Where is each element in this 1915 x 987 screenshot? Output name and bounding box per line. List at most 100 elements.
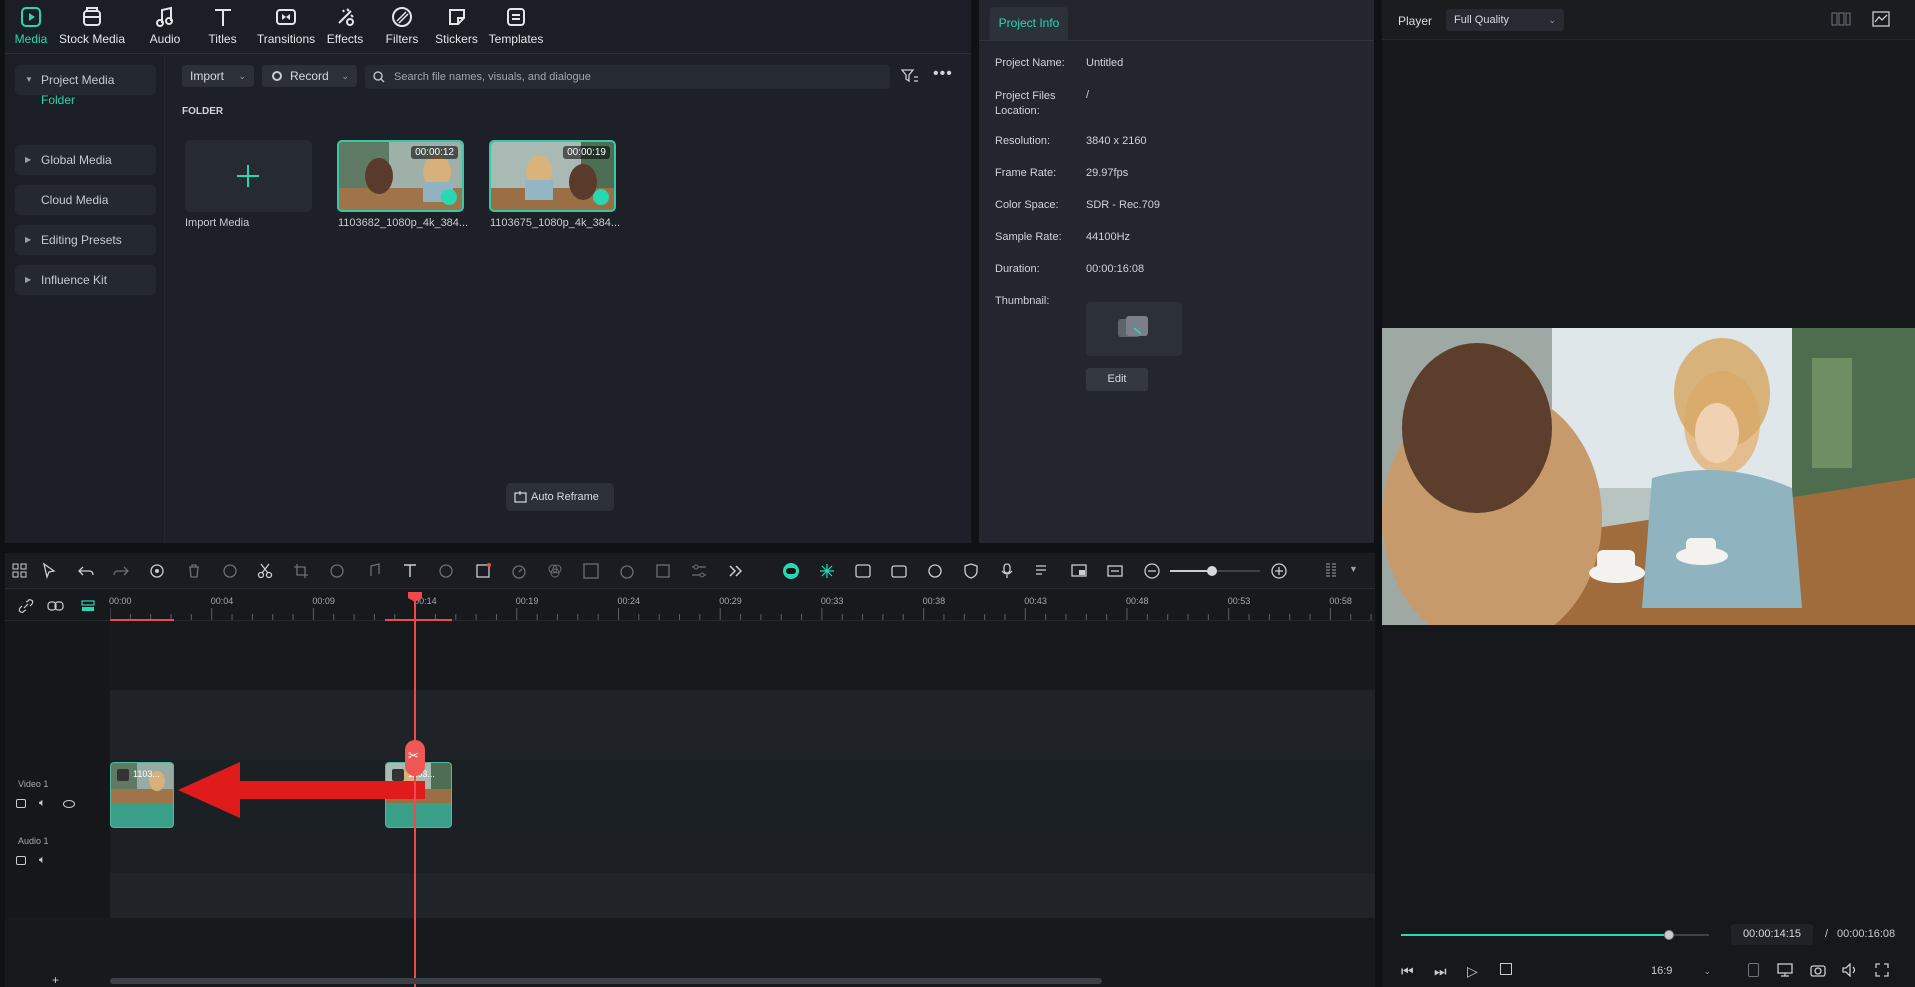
tab-templates[interactable]: Templates — [487, 6, 545, 50]
sidebar-item-project-media[interactable]: ▼ Project Media — [15, 65, 156, 95]
tab-titles[interactable]: Titles — [205, 6, 240, 50]
lock-icon[interactable] — [16, 856, 26, 865]
display-icon[interactable] — [1777, 963, 1793, 977]
link-icon[interactable] — [18, 598, 34, 614]
caret-down-icon[interactable]: ▼ — [1349, 564, 1358, 574]
tab-stickers[interactable]: Stickers — [434, 6, 479, 50]
timeline-scrollbar[interactable] — [110, 978, 1102, 984]
zoom-in-icon[interactable] — [1270, 562, 1288, 580]
tab-media[interactable]: Media — [11, 6, 51, 50]
import-media-button[interactable] — [185, 140, 312, 212]
shield-icon[interactable] — [962, 562, 980, 580]
snapshot-icon[interactable] — [1810, 963, 1826, 977]
stop-icon[interactable] — [1500, 963, 1512, 975]
media-clip-thumbnail[interactable]: 00:00:19 — [489, 140, 616, 212]
stabilize-icon[interactable] — [654, 562, 672, 580]
zoom-slider[interactable] — [1170, 566, 1260, 576]
more-options-icon[interactable]: ••• — [933, 66, 953, 82]
split-scissors-icon[interactable] — [256, 562, 274, 580]
info-label: Thumbnail: — [995, 295, 1050, 307]
zoom-out-icon[interactable] — [1143, 562, 1161, 580]
play-icon[interactable]: ▷ — [1467, 963, 1478, 980]
snap-icon[interactable] — [818, 562, 836, 580]
project-thumbnail[interactable] — [1086, 302, 1182, 356]
lock-icon[interactable] — [16, 799, 26, 808]
auto-highlight-icon[interactable] — [890, 562, 908, 580]
attach-icon[interactable] — [47, 598, 65, 614]
mask-icon[interactable] — [437, 562, 455, 580]
keyframe-icon[interactable] — [328, 562, 346, 580]
more-tools-icon[interactable] — [726, 562, 744, 580]
auto-reframe-button[interactable]: Auto Reframe — [506, 483, 614, 511]
aspect-ratio-dropdown[interactable]: 16:9 ⌄ — [1647, 961, 1717, 981]
tab-transitions[interactable]: Transitions — [255, 6, 317, 50]
fullscreen-icon[interactable] — [1875, 963, 1889, 977]
media-icon — [20, 6, 42, 28]
audio-edit-icon[interactable] — [364, 562, 382, 580]
color-icon[interactable] — [546, 562, 564, 580]
adjust-icon[interactable] — [690, 562, 708, 580]
tab-filters[interactable]: Filters — [382, 6, 422, 50]
sidebar-item-cloud-media[interactable]: Cloud Media — [15, 185, 156, 215]
quality-dropdown[interactable]: Full Quality ⌄ — [1446, 9, 1564, 31]
sidebar-item-editing-presets[interactable]: ▶ Editing Presets — [15, 225, 156, 255]
voiceover-icon[interactable] — [1034, 562, 1052, 580]
shape-tool-icon[interactable] — [474, 562, 492, 580]
pip-icon[interactable] — [1070, 562, 1088, 580]
scopes-icon[interactable] — [1872, 11, 1890, 27]
volume-icon[interactable] — [1842, 963, 1858, 977]
info-label: Sample Rate: — [995, 231, 1062, 243]
sidebar-item-influence-kit[interactable]: ▶ Influence Kit — [15, 265, 156, 295]
ai-tool-icon[interactable] — [148, 562, 166, 580]
speed-icon[interactable] — [510, 562, 528, 580]
split-scissors-marker[interactable]: ✂ — [405, 740, 425, 776]
timeline-settings-icon[interactable] — [1322, 562, 1340, 580]
next-frame-icon[interactable]: ⏭ — [1434, 963, 1447, 980]
track-layer-icon[interactable] — [80, 598, 96, 614]
add-track-icon[interactable]: + — [52, 973, 59, 987]
speaker-icon[interactable]: 🔈︎ — [39, 797, 46, 810]
playback-progress-track[interactable] — [1401, 930, 1709, 940]
crop-icon[interactable] — [292, 562, 310, 580]
info-label: Frame Rate: — [995, 167, 1057, 179]
fit-timeline-icon[interactable] — [1106, 562, 1124, 580]
select-tool-icon[interactable] — [41, 562, 59, 580]
filter-sort-icon[interactable] — [901, 68, 919, 84]
track-icon[interactable] — [854, 562, 872, 580]
edit-thumbnail-button[interactable]: Edit — [1086, 368, 1148, 391]
sidebar-item-folder[interactable]: Folder — [41, 93, 75, 107]
playback-scrubber[interactable] — [1663, 930, 1674, 940]
ruler-time-label: 00:00 — [109, 596, 132, 606]
grid-view-icon[interactable] — [1831, 12, 1851, 26]
eye-icon[interactable] — [63, 800, 75, 808]
media-clip-thumbnail[interactable]: 00:00:12 — [337, 140, 464, 212]
speaker-icon[interactable]: 🔈︎ — [39, 854, 46, 867]
previous-frame-icon[interactable]: ⏮ — [1401, 963, 1414, 980]
zoom-slider-knob[interactable] — [1207, 566, 1217, 576]
import-dropdown[interactable]: Import ⌄ — [182, 65, 254, 87]
text-tool-icon[interactable] — [401, 562, 419, 580]
undo-icon[interactable] — [77, 562, 95, 580]
video-preview[interactable] — [1382, 328, 1915, 625]
playhead[interactable] — [414, 594, 416, 987]
delete-icon[interactable] — [185, 562, 203, 580]
detach-icon[interactable] — [221, 562, 239, 580]
timeline-clip[interactable]: 1103... — [110, 762, 174, 828]
duration-icon[interactable] — [618, 562, 636, 580]
sidebar-item-global-media[interactable]: ▶ Global Media — [15, 145, 156, 175]
tab-audio[interactable]: Audio — [145, 6, 185, 50]
tab-stock-media[interactable]: Stock Media — [56, 6, 128, 50]
redo-icon[interactable] — [112, 562, 130, 580]
media-search-input[interactable]: Search file names, visuals, and dialogue — [365, 65, 890, 89]
record-dropdown[interactable]: Record ⌄ — [262, 65, 357, 87]
render-icon[interactable] — [926, 562, 944, 580]
ai-assistant-icon[interactable] — [782, 562, 800, 580]
layout-icon[interactable] — [11, 562, 29, 580]
current-time-field[interactable]: 00:00:14:15 — [1731, 924, 1813, 945]
ruler-time-label: 00:43 — [1024, 596, 1047, 606]
microphone-icon[interactable] — [998, 562, 1016, 580]
edit-icon[interactable] — [582, 562, 600, 580]
tab-project-info[interactable]: Project Info — [990, 7, 1068, 40]
add-marker-icon[interactable] — [1748, 963, 1759, 977]
tab-effects[interactable]: Effects — [323, 6, 367, 50]
